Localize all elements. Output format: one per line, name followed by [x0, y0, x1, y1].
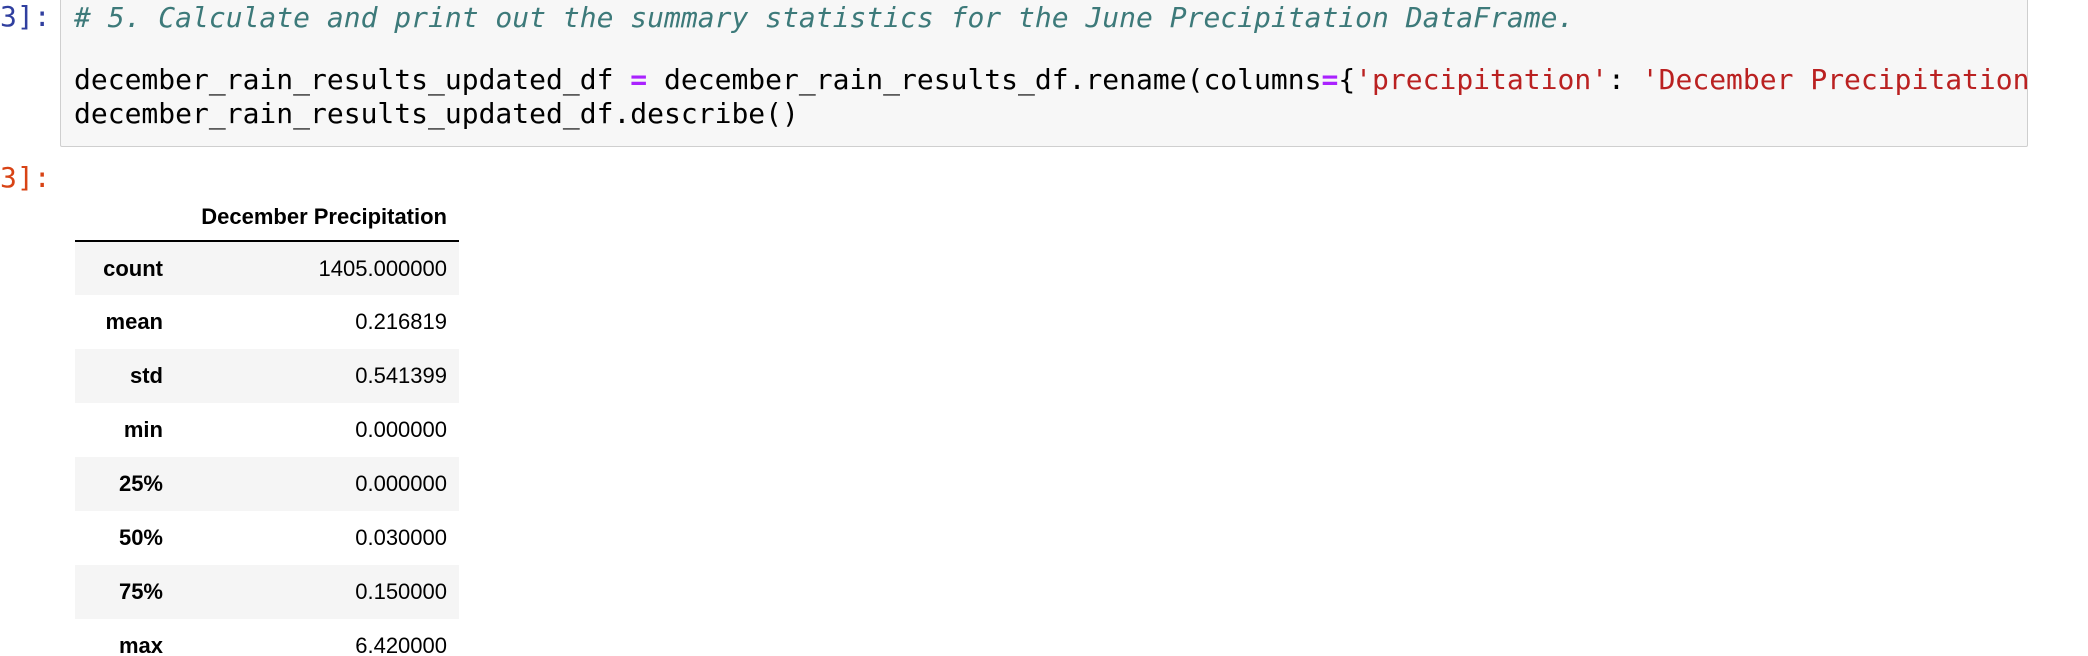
row-value: 0.000000 — [355, 417, 447, 442]
code-colon: : — [1608, 63, 1642, 96]
code-rename-call: december_rain_results_df.rename(columns — [647, 63, 1322, 96]
code-string-key: 'precipitation' — [1355, 63, 1609, 96]
row-value: 1405.000000 — [318, 255, 447, 281]
table-row: 50% 0.030000 — [75, 511, 459, 565]
row-label: count — [103, 255, 163, 281]
input-prompt: 3]: — [0, 0, 51, 33]
dataframe-output-table: December Precipitation count 1405.000000… — [75, 193, 459, 656]
table-row: count 1405.000000 — [75, 241, 459, 295]
code-line-describe: december_rain_results_updated_df.describ… — [74, 97, 799, 130]
table-row: 25% 0.000000 — [75, 457, 459, 511]
code-line-rename: december_rain_results_updated_df = decem… — [74, 63, 2028, 97]
index-header-cell — [75, 193, 175, 241]
row-value: 0.030000 — [355, 525, 447, 550]
row-label: 50% — [118, 525, 163, 550]
code-cell-editor[interactable]: # 5. Calculate and print out the summary… — [60, 0, 2028, 147]
row-value: 0.216819 — [355, 309, 447, 334]
code-assign-operator: = — [630, 63, 648, 96]
row-value: 0.000000 — [355, 471, 447, 496]
row-label: max — [118, 633, 163, 656]
row-label: std — [130, 363, 163, 388]
row-value: 0.541399 — [355, 363, 447, 388]
code-open-brace: { — [1338, 63, 1356, 96]
table-row: min 0.000000 — [75, 403, 459, 457]
row-value: 6.420000 — [355, 633, 447, 656]
row-label: 25% — [118, 471, 163, 496]
code-kwarg-operator: = — [1321, 63, 1339, 96]
table-row: 75% 0.150000 — [75, 565, 459, 619]
table-row: mean 0.216819 — [75, 295, 459, 349]
table-header-row: December Precipitation — [75, 193, 459, 241]
column-header: December Precipitation — [201, 203, 447, 229]
row-label: min — [123, 417, 163, 442]
row-value: 0.150000 — [355, 579, 447, 604]
row-label: mean — [105, 309, 163, 334]
code-variable: december_rain_results_updated_df — [74, 63, 631, 96]
code-comment-line: # 5. Calculate and print out the summary… — [74, 1, 1575, 34]
output-prompt: 3]: — [0, 161, 51, 194]
row-label: 75% — [118, 579, 163, 604]
table-row: max 6.420000 — [75, 619, 459, 656]
table-row: std 0.541399 — [75, 349, 459, 403]
code-string-value: 'December Precipitation — [1641, 63, 2028, 96]
